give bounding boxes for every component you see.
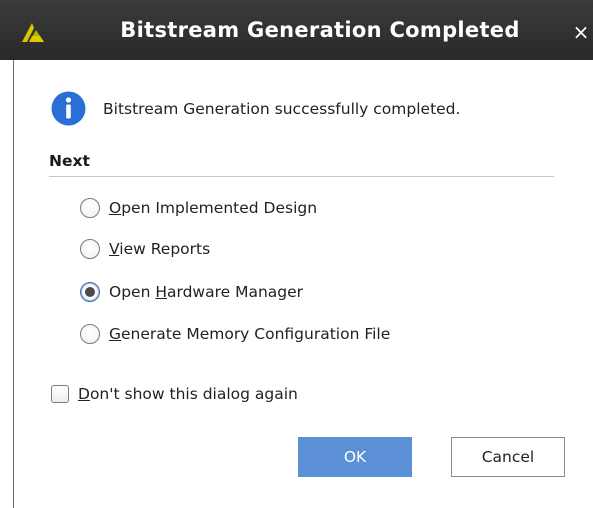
radio-label: Open Implemented Design [109, 199, 318, 217]
radio-button[interactable] [80, 198, 100, 218]
close-button[interactable]: × [569, 20, 593, 44]
radio-button[interactable] [80, 239, 100, 259]
radio-generate-memory-configuration-file[interactable]: Generate Memory Configuration File [80, 322, 390, 346]
dont-show-again-checkbox[interactable] [51, 385, 69, 403]
radio-open-hardware-manager[interactable]: Open Hardware Manager [80, 280, 303, 304]
dialog-title: Bitstream Generation Completed [120, 18, 520, 42]
dont-show-again-checkbox-row[interactable]: Don't show this dialog again [51, 382, 298, 406]
section-divider [49, 176, 554, 177]
ok-button[interactable]: OK [298, 437, 412, 477]
radio-label: Open Hardware Manager [109, 283, 304, 301]
next-section-label: Next [49, 152, 90, 170]
title-bar: Bitstream Generation Completed × [0, 0, 593, 60]
radio-view-reports[interactable]: View Reports [80, 237, 210, 261]
radio-selected-dot [85, 287, 95, 297]
radio-button-selected[interactable] [80, 282, 100, 302]
cancel-button[interactable]: Cancel [451, 437, 565, 477]
radio-label: Generate Memory Configuration File [109, 325, 391, 343]
bitstream-completed-dialog: Bitstream Generation Completed × Bitstre… [0, 0, 593, 508]
window-border [13, 60, 14, 508]
info-icon [51, 91, 86, 126]
checkbox-label: Don't show this dialog again [78, 385, 298, 403]
radio-label: View Reports [109, 240, 211, 258]
radio-button[interactable] [80, 324, 100, 344]
radio-open-implemented-design[interactable]: Open Implemented Design [80, 196, 317, 220]
vivado-logo-icon [22, 23, 44, 42]
completion-message: Bitstream Generation successfully comple… [103, 100, 461, 118]
